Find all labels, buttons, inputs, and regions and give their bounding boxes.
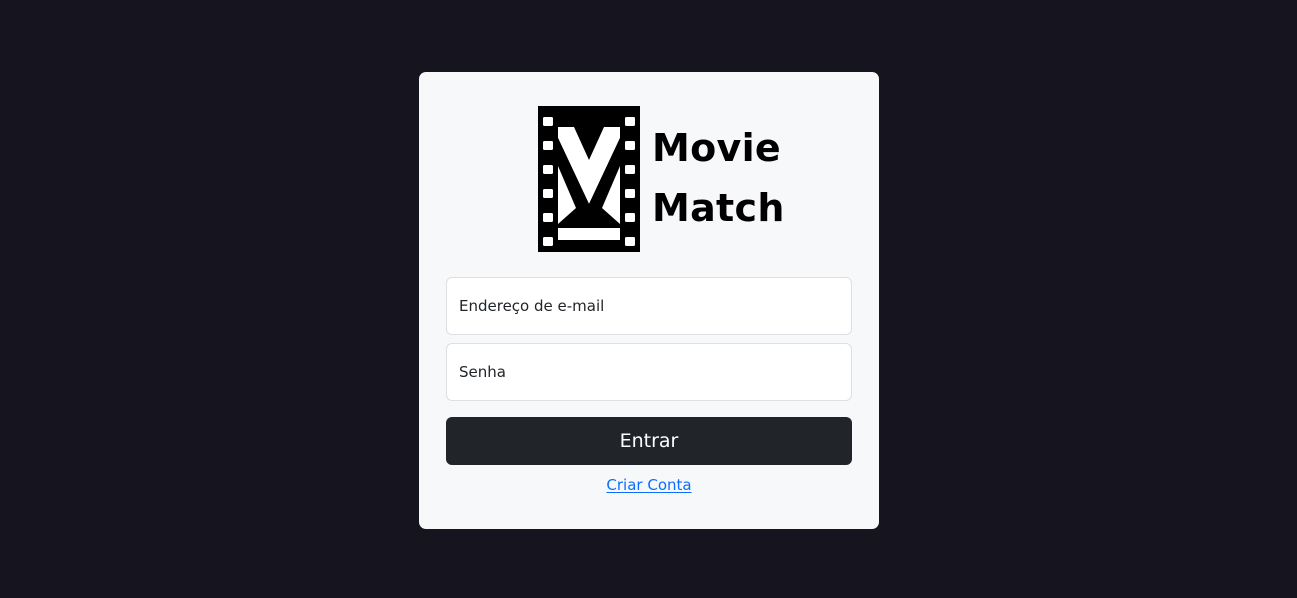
app-name-line1: Movie: [652, 126, 781, 170]
login-button[interactable]: Entrar: [446, 417, 852, 465]
password-input[interactable]: [446, 343, 852, 401]
app-name: Movie Match: [652, 118, 785, 238]
film-strip-m-icon: [538, 106, 640, 252]
app-name-line2: Match: [652, 186, 785, 230]
login-card: Movie Match Entrar Criar Conta: [419, 72, 879, 529]
create-account-link[interactable]: Criar Conta: [606, 476, 691, 494]
app-logo: Movie Match: [538, 106, 784, 252]
email-input[interactable]: [446, 277, 852, 335]
create-account-container: Criar Conta: [419, 476, 879, 494]
